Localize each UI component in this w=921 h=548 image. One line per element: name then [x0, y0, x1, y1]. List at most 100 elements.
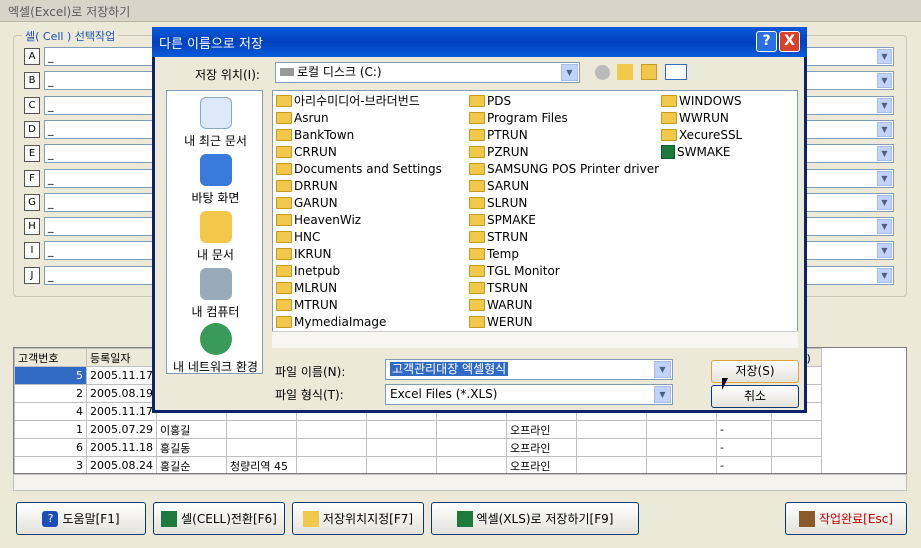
- new-folder-icon[interactable]: [641, 64, 657, 80]
- grid-cell: 오프라인: [505, 456, 577, 473]
- filetype-combo[interactable]: Excel Files (*.XLS) ▼: [385, 384, 673, 405]
- cell-row-label: G: [24, 193, 40, 211]
- grid-cell: [225, 438, 297, 457]
- chevron-down-icon[interactable]: ▼: [654, 361, 671, 378]
- save-excel-button[interactable]: 엑셀(XLS)로 저장하기[F9]: [431, 502, 639, 535]
- excel-icon: [456, 510, 473, 527]
- place-recent[interactable]: 내 최근 문서: [167, 97, 264, 149]
- list-item[interactable]: HNC: [276, 228, 320, 245]
- list-item[interactable]: SPMAKE: [469, 211, 536, 228]
- folder-icon: [469, 315, 485, 328]
- place-desktop[interactable]: 바탕 화면: [167, 154, 264, 206]
- folder-icon: [276, 111, 292, 124]
- folder-icon: [469, 196, 485, 209]
- list-item[interactable]: MLRUN: [276, 279, 337, 296]
- chevron-down-icon[interactable]: ▼: [877, 194, 892, 210]
- list-item[interactable]: WERUN: [469, 313, 533, 330]
- cell-row-label: A: [24, 48, 40, 65]
- save-location-button[interactable]: 저장위치지정[F7]: [292, 502, 424, 535]
- folder-icon: [469, 230, 485, 243]
- list-item[interactable]: TGL Monitor: [469, 262, 560, 279]
- cell-group-legend: 셀( Cell ) 선택작업: [22, 28, 119, 44]
- folder-icon: [469, 179, 485, 192]
- grid-header[interactable]: 고객번호: [14, 348, 87, 367]
- list-item[interactable]: Inetpub: [276, 262, 340, 279]
- save-in-combo[interactable]: 로컬 디스크 (C:) ▼: [275, 62, 580, 83]
- chevron-down-icon[interactable]: ▼: [877, 73, 892, 89]
- chevron-down-icon[interactable]: ▼: [877, 243, 892, 259]
- list-item[interactable]: IKRUN: [276, 245, 332, 262]
- help-button[interactable]: ? 도움말[F1]: [16, 502, 146, 535]
- table-row[interactable]: 3 2005.08.24 홍길순 청량리역 45 오프라인 -: [14, 456, 822, 473]
- list-item[interactable]: SARUN: [469, 177, 529, 194]
- list-item[interactable]: SAMSUNG POS Printer driver: [469, 160, 659, 177]
- cell-row-value: _: [48, 220, 54, 234]
- cell-convert-button[interactable]: 셀(CELL)전환[F6]: [153, 502, 285, 535]
- chevron-down-icon[interactable]: ▼: [561, 64, 578, 81]
- filename-combo[interactable]: 고객관리대장 엑셀형식 ▼: [385, 359, 673, 380]
- list-item[interactable]: GARUN: [276, 194, 338, 211]
- chevron-down-icon[interactable]: ▼: [877, 267, 892, 283]
- list-item[interactable]: CRRUN: [276, 143, 337, 160]
- done-button[interactable]: 작업완료[Esc]: [785, 502, 907, 535]
- table-row[interactable]: 1 2005.07.29 이홍길 오프라인 -: [14, 420, 822, 439]
- dialog-close-button[interactable]: X: [779, 31, 800, 52]
- view-menu-icon[interactable]: [665, 64, 687, 80]
- grid-cell: 4: [14, 402, 87, 421]
- list-item[interactable]: Asrun: [276, 109, 329, 126]
- list-item[interactable]: MTRUN: [276, 296, 338, 313]
- list-item[interactable]: PDS: [469, 92, 511, 109]
- chevron-down-icon[interactable]: ▼: [877, 121, 892, 137]
- chevron-down-icon[interactable]: ▼: [877, 146, 892, 162]
- grid-cell: 2005.08.19: [86, 384, 157, 403]
- list-item[interactable]: 아리수미디어-브라더번드: [276, 92, 420, 109]
- chevron-down-icon[interactable]: ▼: [877, 219, 892, 235]
- place-my-documents[interactable]: 내 문서: [167, 211, 264, 263]
- grid-hscrollbar[interactable]: [13, 474, 907, 491]
- grid-cell: 2: [14, 384, 87, 403]
- drive-icon: [280, 68, 294, 76]
- grid-cell: 2005.08.24: [86, 456, 157, 473]
- cell-row-label: B: [24, 72, 40, 90]
- folder-icon: [661, 94, 677, 107]
- back-icon[interactable]: [595, 65, 610, 80]
- chevron-down-icon[interactable]: ▼: [877, 49, 892, 64]
- grid-cell: 청량리역 45: [225, 456, 297, 473]
- list-item[interactable]: WARUN: [469, 296, 533, 313]
- list-item[interactable]: PTRUN: [469, 126, 528, 143]
- file-list[interactable]: 아리수미디어-브라더번드 Asrun BankTown CRRUN Documents …: [272, 90, 798, 348]
- list-item[interactable]: XecureSSL: [661, 126, 742, 143]
- list-item[interactable]: MymediaImage: [276, 313, 386, 330]
- list-item[interactable]: PZRUN: [469, 143, 529, 160]
- list-item[interactable]: DRRUN: [276, 177, 338, 194]
- list-item[interactable]: STRUN: [469, 228, 528, 245]
- list-item[interactable]: Program Files: [469, 109, 568, 126]
- list-item[interactable]: WWRUN: [661, 109, 729, 126]
- list-item[interactable]: SLRUN: [469, 194, 527, 211]
- chevron-down-icon[interactable]: ▼: [877, 97, 892, 113]
- grid-header[interactable]: 등록일자: [86, 348, 157, 367]
- chevron-down-icon[interactable]: ▼: [654, 386, 671, 403]
- recent-documents-icon: [199, 97, 232, 129]
- my-documents-icon: [199, 211, 232, 243]
- list-item[interactable]: BankTown: [276, 126, 354, 143]
- list-item-label: SPMAKE: [487, 212, 536, 227]
- list-item[interactable]: TSRUN: [469, 279, 528, 296]
- chevron-down-icon[interactable]: ▼: [877, 170, 892, 186]
- list-item[interactable]: WINDOWS: [661, 92, 742, 109]
- list-item-label: Documents and Settings: [294, 161, 442, 176]
- dialog-help-button[interactable]: ?: [756, 31, 777, 52]
- place-network[interactable]: 내 네트워크 환경: [167, 323, 264, 375]
- list-item[interactable]: HeavenWiz: [276, 211, 361, 228]
- list-item-label: Temp: [487, 246, 519, 261]
- list-item[interactable]: SWMAKE: [661, 143, 731, 160]
- list-item-label: SWMAKE: [677, 144, 731, 159]
- place-my-computer[interactable]: 내 컴퓨터: [167, 268, 264, 320]
- grid-cell: 홍길순: [155, 456, 227, 473]
- dialog-titlebar: 다른 이름으로 저장 ? X: [152, 27, 807, 57]
- table-row[interactable]: 6 2005.11.18 홍길동 오프라인 -: [14, 438, 822, 457]
- list-item[interactable]: Temp: [469, 245, 519, 262]
- file-list-hscrollbar[interactable]: [272, 331, 798, 348]
- list-item[interactable]: Documents and Settings: [276, 160, 442, 177]
- up-folder-icon[interactable]: [617, 64, 633, 80]
